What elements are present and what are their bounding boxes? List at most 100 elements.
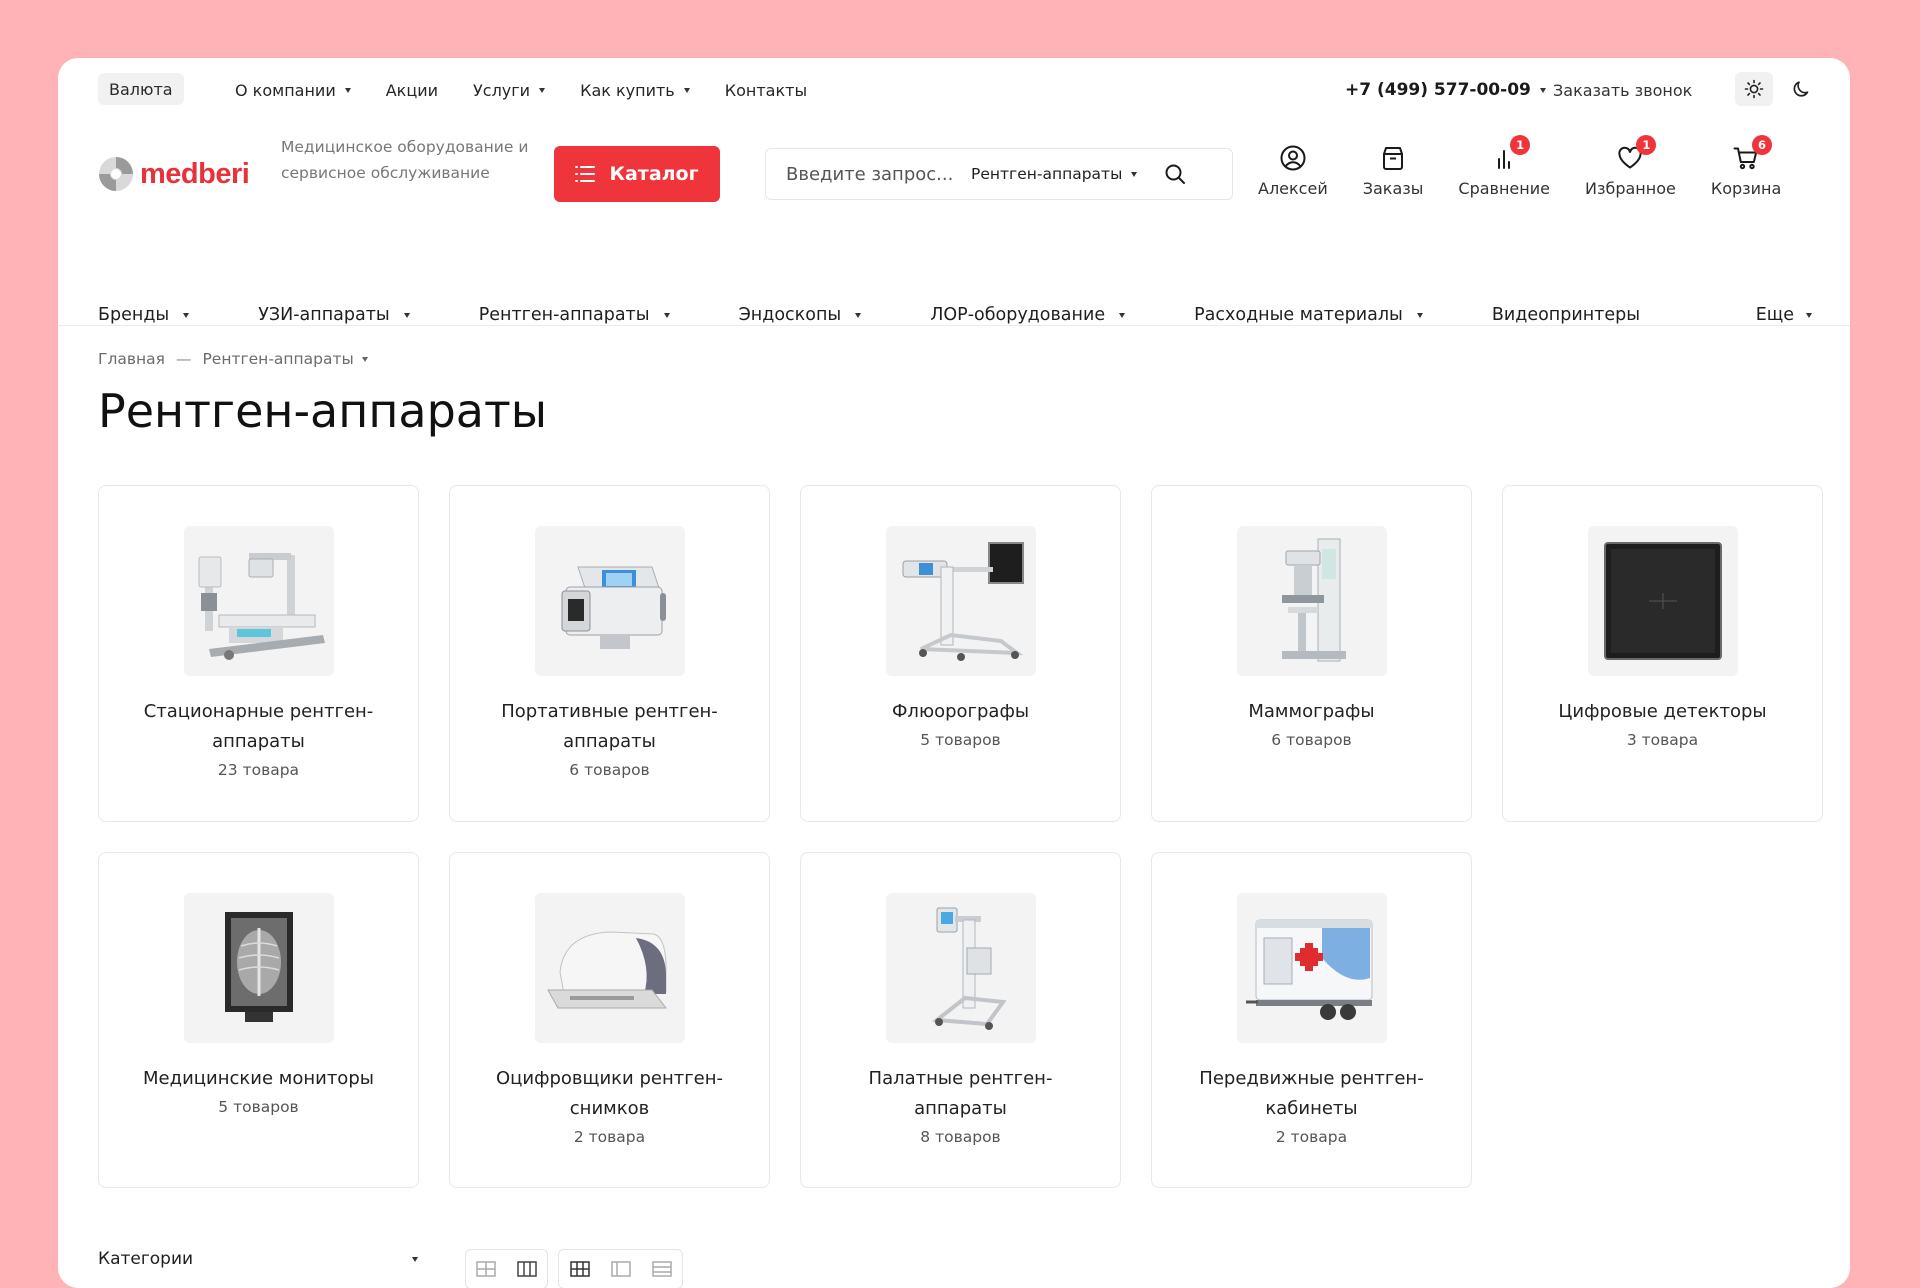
search-bar: Рентген-аппараты <box>765 148 1233 200</box>
category-count: 3 товара <box>1626 731 1699 749</box>
grid-view-icon[interactable] <box>476 1261 496 1277</box>
search-button[interactable] <box>1163 162 1187 186</box>
favorites-label: Избранное <box>1584 179 1676 198</box>
category-card[interactable]: Флюорографы 5 товаров <box>800 485 1121 822</box>
category-card[interactable]: Цифровые детекторы 3 товара <box>1502 485 1823 822</box>
categories-dropdown-label: Категории <box>98 1249 194 1269</box>
fluorograph-icon <box>902 542 1024 661</box>
category-title: Медицинские мониторы <box>143 1068 374 1089</box>
list-view-icon[interactable] <box>610 1261 631 1277</box>
category-title: Маммографы <box>1248 701 1375 722</box>
category-card[interactable]: Портативные рентген-аппараты 6 товаров <box>449 485 770 822</box>
category-image <box>183 893 334 1043</box>
mammograph-icon <box>1281 538 1346 662</box>
breadcrumb-home[interactable]: Главная <box>98 350 165 368</box>
categories-dropdown[interactable]: Категории <box>98 1249 418 1269</box>
cart-button[interactable]: 6 Корзина <box>1710 135 1782 212</box>
top-nav-services[interactable]: Услуги <box>473 80 546 100</box>
site-tagline: Медицинское оборудование и сервисное обс… <box>281 138 529 182</box>
tiles-view-icon[interactable] <box>569 1261 590 1277</box>
light-theme-button[interactable] <box>1735 72 1773 106</box>
menu-item-videoprinters[interactable]: Видеопринтеры <box>1492 305 1640 325</box>
menu-item-consumables[interactable]: Расходные материалы <box>1194 305 1423 325</box>
category-image <box>534 526 685 676</box>
cart-count-badge: 6 <box>1752 135 1773 155</box>
top-nav-label: Услуги <box>473 80 531 100</box>
search-input[interactable] <box>786 163 966 185</box>
orders-button[interactable]: Заказы <box>1363 144 1423 212</box>
list-icon <box>575 166 596 182</box>
menu-item-more[interactable]: Еще <box>1756 298 1812 332</box>
category-card[interactable]: Маммографы 6 товаров <box>1151 485 1472 822</box>
category-count: 2 товара <box>573 1128 646 1146</box>
top-nav-how-to-buy[interactable]: Как купить <box>580 81 690 100</box>
orders-icon <box>1383 147 1404 170</box>
caret-down-icon <box>1119 312 1126 318</box>
moon-icon <box>1793 81 1809 97</box>
category-title: Стационарные рентген-аппараты <box>143 701 374 752</box>
header-divider <box>58 325 1850 326</box>
caret-down-icon <box>683 87 690 93</box>
xray-digitizer-icon <box>546 931 667 1009</box>
top-nav-contacts[interactable]: Контакты <box>725 81 807 100</box>
account-label: Алексей <box>1258 179 1328 198</box>
category-image <box>534 893 685 1043</box>
dark-theme-button[interactable] <box>1783 72 1821 106</box>
sun-icon <box>1744 79 1764 99</box>
phone-number: +7 (499) 577-00-09 <box>1345 80 1531 100</box>
category-count: 23 товара <box>217 761 300 779</box>
site-logo[interactable]: medberi <box>98 156 250 192</box>
favorites-count-badge: 1 <box>1636 135 1657 155</box>
category-title: Палатные рентген-аппараты <box>868 1068 1053 1119</box>
category-card[interactable]: Стационарные рентген-аппараты 23 товара <box>98 485 419 822</box>
caret-down-icon <box>403 312 410 318</box>
category-count: 5 товаров <box>218 1098 299 1116</box>
breadcrumb: Главная — Рентген-аппараты <box>98 350 368 368</box>
layout-toggle-group <box>558 1249 683 1288</box>
phone-dropdown[interactable]: +7 (499) 577-00-09 <box>1345 58 1546 122</box>
top-bar: Валюта О компании Акции Услуги Как купит… <box>58 58 1850 122</box>
menu-item-ent[interactable]: ЛОР-оборудование <box>930 305 1126 325</box>
callback-link[interactable]: Заказать звонок <box>1553 58 1692 122</box>
browser-window: Валюта О компании Акции Услуги Как купит… <box>58 58 1850 1288</box>
columns-view-icon[interactable] <box>517 1261 537 1277</box>
menu-item-brands[interactable]: Бренды <box>98 305 190 325</box>
compact-view-icon[interactable] <box>651 1261 672 1277</box>
top-nav-promotions[interactable]: Акции <box>386 81 438 100</box>
caret-down-icon <box>855 312 862 318</box>
breadcrumb-current[interactable]: Рентген-аппараты <box>202 350 353 368</box>
menu-item-xray[interactable]: Рентген-аппараты <box>479 305 670 325</box>
caret-down-icon <box>361 356 368 362</box>
cart-label: Корзина <box>1710 179 1782 198</box>
category-count: 2 товара <box>1275 1128 1348 1146</box>
top-nav-about[interactable]: О компании <box>235 81 351 100</box>
top-nav: О компании Акции Услуги Как купить Конта… <box>235 58 842 122</box>
menu-item-label: Бренды <box>98 305 170 325</box>
category-card[interactable]: Медицинские мониторы 5 товаров <box>98 852 419 1188</box>
menu-item-label: УЗИ-аппараты <box>258 305 390 325</box>
compare-button[interactable]: 1 Сравнение <box>1458 135 1550 212</box>
category-grid: Стационарные рентген-аппараты 23 товара … <box>98 485 1823 1218</box>
logo-text: medberi <box>140 157 250 190</box>
caret-down-icon <box>1131 171 1138 177</box>
menu-item-ultrasound[interactable]: УЗИ-аппараты <box>258 305 410 325</box>
category-card[interactable]: Палатные рентген-аппараты 8 товаров <box>800 852 1121 1188</box>
compare-label: Сравнение <box>1458 179 1550 198</box>
category-card[interactable]: Оцифровщики рентген-снимков 2 товара <box>449 852 770 1188</box>
category-image <box>1587 526 1738 676</box>
caret-down-icon <box>344 87 351 93</box>
catalog-button-label: Каталог <box>609 163 699 185</box>
category-card[interactable]: Передвижные рентген-кабинеты 2 товара <box>1151 852 1472 1188</box>
caret-down-icon <box>412 1256 418 1262</box>
search-scope-dropdown[interactable]: Рентген-аппараты <box>971 165 1138 183</box>
category-image <box>885 526 1036 676</box>
currency-button[interactable]: Валюта <box>98 73 184 105</box>
favorites-button[interactable]: 1 Избранное <box>1584 135 1676 212</box>
menu-item-label: ЛОР-оборудование <box>930 305 1106 325</box>
menu-item-label: Рентген-аппараты <box>478 305 650 325</box>
catalog-button[interactable]: Каталог <box>554 146 720 202</box>
account-button[interactable]: Алексей <box>1258 144 1328 212</box>
menu-item-endoscopes[interactable]: Эндоскопы <box>739 305 862 325</box>
category-count: 5 товаров <box>920 731 1001 749</box>
view-toggle-group <box>465 1249 548 1288</box>
